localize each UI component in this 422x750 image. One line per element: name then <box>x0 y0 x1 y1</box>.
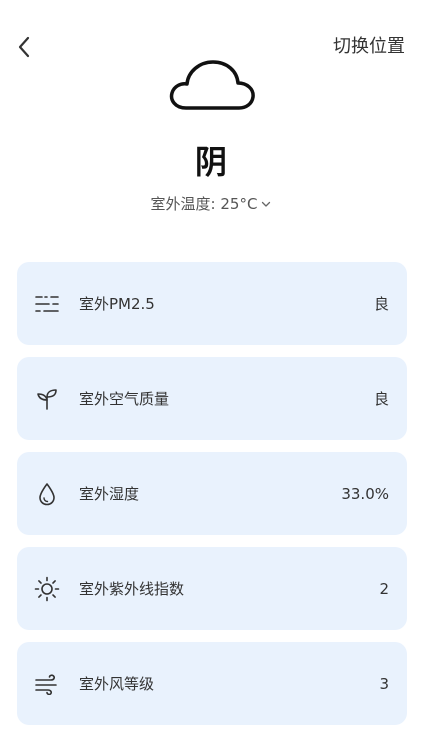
card-value: 33.0% <box>341 484 389 503</box>
card-uv-index[interactable]: 室外紫外线指数 2 <box>17 547 407 630</box>
outdoor-metrics-list: 室外PM2.5 良 室外空气质量 良 室外湿度 33.0% 室外紫外线指数 2 … <box>17 262 407 737</box>
card-label: 室外紫外线指数 <box>79 580 185 598</box>
outdoor-temperature-selector[interactable]: 室外温度: 25°C <box>0 194 422 214</box>
sprout-icon <box>34 386 60 412</box>
card-label: 室外空气质量 <box>79 390 170 408</box>
card-humidity[interactable]: 室外湿度 33.0% <box>17 452 407 535</box>
weather-condition: 阴 <box>194 143 227 181</box>
card-value: 2 <box>379 579 389 598</box>
cloud-icon <box>169 60 255 110</box>
card-label: 室外湿度 <box>79 485 140 503</box>
back-button[interactable] <box>10 32 38 62</box>
chevron-left-icon <box>18 36 30 58</box>
outdoor-temperature-label: 室外温度: 25°C <box>150 195 258 213</box>
sun-icon <box>34 576 60 602</box>
card-label: 室外风等级 <box>79 675 155 693</box>
chevron-down-icon <box>262 201 271 207</box>
card-pm25[interactable]: 室外PM2.5 良 <box>17 262 407 345</box>
card-value: 良 <box>373 390 389 408</box>
card-value: 良 <box>373 295 389 313</box>
droplet-icon <box>34 481 60 507</box>
wind-icon <box>34 671 60 697</box>
switch-location-button[interactable]: 切换位置 <box>333 36 405 58</box>
card-wind-level[interactable]: 室外风等级 3 <box>17 642 407 725</box>
sliders-icon <box>34 291 60 317</box>
card-label: 室外PM2.5 <box>79 295 155 313</box>
card-air-quality[interactable]: 室外空气质量 良 <box>17 357 407 440</box>
card-value: 3 <box>379 674 389 693</box>
